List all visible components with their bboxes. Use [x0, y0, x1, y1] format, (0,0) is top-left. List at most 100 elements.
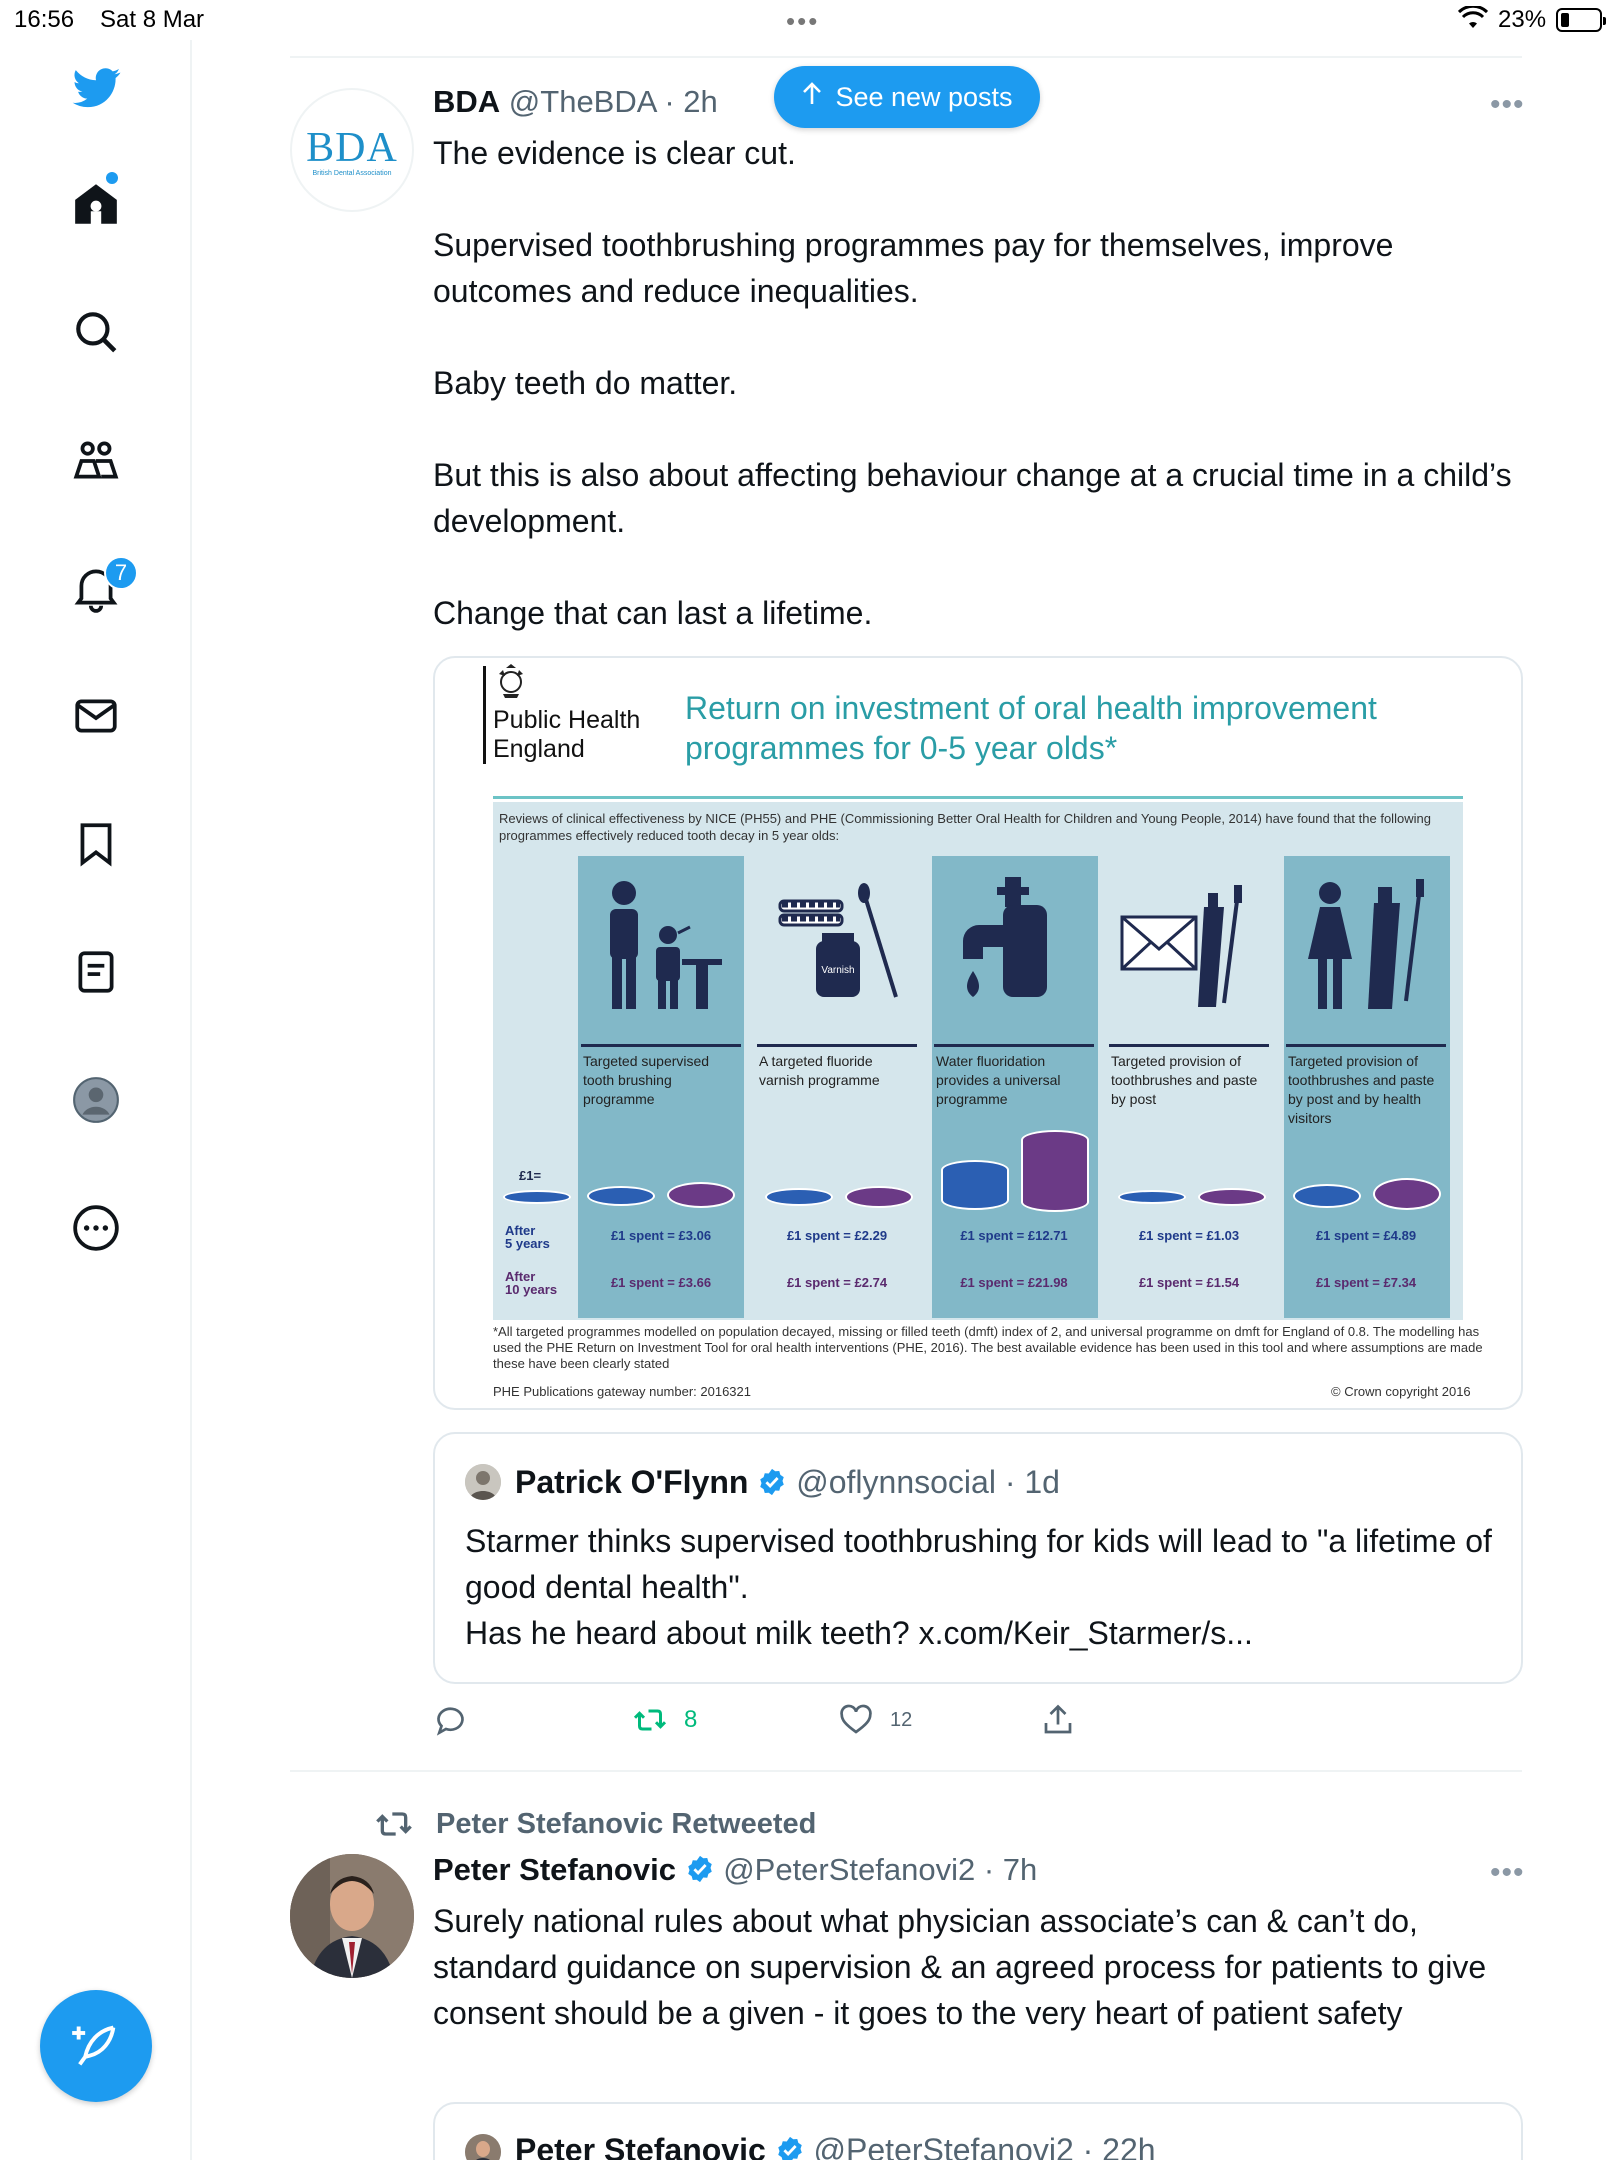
programme-label: A targeted fluoride varnish programme [759, 1053, 880, 1088]
row-label-10b: 10 years [505, 1282, 558, 1297]
share-icon [1044, 1704, 1072, 1734]
programme-label: Water fluoridation provides a universal … [936, 1053, 1061, 1107]
search-icon[interactable] [60, 296, 132, 368]
coin-purple [667, 1182, 735, 1208]
tweet2-header: Peter Stefanovic @PeterStefanovi2 · 7h [433, 1852, 1037, 1892]
col-divider [934, 1044, 1094, 1047]
row-label-5-years: After 5 years [505, 1224, 550, 1250]
home-icon[interactable] [60, 168, 132, 240]
share-button[interactable] [1040, 1702, 1076, 1738]
multitask-dots[interactable]: ••• [786, 6, 819, 37]
quoted-tweet-time: · 1d [1004, 1464, 1060, 1500]
col-divider [581, 1044, 741, 1047]
author-handle[interactable]: @TheBDA [509, 84, 656, 119]
tweet2-author-name[interactable]: Peter Stefanovic [433, 1852, 676, 1887]
pound-coin [503, 1190, 571, 1204]
tweet2-time[interactable]: · 7h [984, 1852, 1037, 1887]
infographic-title-line2: programmes for 0-5 year olds* [685, 730, 1118, 766]
more-options-icon[interactable] [60, 1192, 132, 1264]
coin-purple [845, 1186, 913, 1208]
author-name[interactable]: BDA [433, 84, 500, 119]
fluoride-varnish-icon: Varnish [761, 868, 911, 1018]
quoted-tweet[interactable]: Patrick O'Flynn @oflynnsocial · 1d Starm… [433, 1432, 1523, 1684]
lists-icon[interactable] [60, 936, 132, 1008]
tweet2-quoted-time: · 22h [1082, 2132, 1156, 2160]
coin-blue [587, 1186, 655, 1206]
twitter-logo-icon[interactable] [60, 52, 132, 124]
tweet-time[interactable]: · 2h [664, 84, 717, 119]
status-date: Sat 8 Mar [100, 6, 205, 33]
messages-envelope-icon[interactable] [60, 680, 132, 752]
tweet-more-icon[interactable]: ••• [1490, 88, 1525, 122]
bda-logo-subtext: British Dental Association [312, 169, 392, 177]
title-rule [493, 796, 1463, 799]
quoted-author-avatar [465, 1464, 501, 1500]
see-new-posts-button[interactable]: See new posts [774, 66, 1040, 128]
home-unread-dot [106, 172, 118, 184]
col-divider [1109, 1044, 1269, 1047]
phe-org-line1: Public Health [493, 706, 641, 734]
tweet2-author-handle[interactable]: @PeterStefanovi2 [723, 1852, 975, 1887]
phe-org-name: Public Health England [493, 706, 640, 764]
tweet-header: BDA @TheBDA · 2h [433, 84, 718, 120]
peter-stefanovic-avatar[interactable] [290, 1854, 414, 1978]
quoted-header: Patrick O'Flynn @oflynnsocial · 1d [515, 1464, 1060, 1505]
verified-badge-icon [775, 2135, 805, 2160]
tweet2-quoted-tweet[interactable]: Peter Stefanovic @PeterStefanovi2 · 22h [433, 2102, 1523, 2160]
water-tap-icon [938, 868, 1088, 1018]
tweet2-more-icon[interactable]: ••• [1490, 1856, 1525, 1890]
timeline-top-divider [290, 56, 1522, 58]
heart-icon [840, 1704, 872, 1734]
coin-blue [765, 1188, 833, 1206]
value-10yr: £1 spent = £3.66 [610, 1275, 712, 1290]
bda-avatar[interactable]: BDA British Dental Association [290, 88, 414, 212]
tweet2-quoted-header: Peter Stefanovic @PeterStefanovi2 · 22h [515, 2132, 1156, 2160]
infographic-footnote: *All targeted programmes modelled on pop… [493, 1324, 1483, 1371]
compose-feather-icon [72, 2025, 116, 2066]
bda-logo-text: BDA [306, 124, 398, 171]
coin-blue [1293, 1184, 1361, 1208]
tweet2-quoted-name[interactable]: Peter Stefanovic [515, 2132, 766, 2160]
bookmarks-icon[interactable] [60, 808, 132, 880]
tweet-text: The evidence is clear cut. Supervised to… [433, 135, 1512, 631]
coin-purple [1198, 1188, 1266, 1206]
coin-purple [1373, 1178, 1441, 1210]
value-10yr: £1 spent = £2.74 [786, 1275, 888, 1290]
like-count: 12 [890, 1708, 913, 1731]
infographic-title-line1: Return on investment of oral health impr… [685, 690, 1377, 726]
quoted-author-handle[interactable]: @oflynnsocial [796, 1464, 996, 1500]
tweet2-quoted-handle[interactable]: @PeterStefanovi2 [814, 2132, 1074, 2160]
reply-icon [436, 1707, 464, 1736]
retweet-button[interactable]: 8 [632, 1702, 697, 1738]
status-time: 16:56 [14, 6, 75, 33]
retweet-count: 8 [684, 1706, 698, 1733]
battery-percent: 23% [1498, 6, 1547, 33]
phe-org-line2: England [493, 735, 585, 763]
royal-crest-icon [491, 664, 531, 708]
compose-tweet-button[interactable] [40, 1990, 152, 2102]
communities-icon[interactable] [60, 424, 132, 496]
value-5yr: £1 spent = £3.06 [610, 1228, 712, 1243]
see-new-posts-label: See new posts [835, 81, 1013, 112]
envelope-toothbrush-icon [1111, 868, 1261, 1018]
gateway-number: PHE Publications gateway number: 2016321 [493, 1384, 751, 1399]
battery-icon [1556, 8, 1606, 32]
like-button[interactable]: 12 [838, 1702, 912, 1738]
value-10yr: £1 spent = £1.54 [1138, 1275, 1240, 1290]
retweet-indicator-icon [376, 1812, 412, 1836]
tweet-image-infographic[interactable]: Public Health England Return on investme… [433, 656, 1523, 1410]
quoted-author-name[interactable]: Patrick O'Flynn [515, 1464, 748, 1500]
verified-badge-icon [757, 1467, 787, 1505]
row-label-5b: 5 years [505, 1236, 550, 1251]
reply-button[interactable] [434, 1702, 470, 1738]
value-10yr: £1 spent = £7.34 [1315, 1275, 1417, 1290]
value-5yr: £1 spent = £1.03 [1138, 1228, 1240, 1243]
retweeted-by-line[interactable]: Peter Stefanovic Retweeted [374, 1804, 816, 1844]
programme-label: Targeted supervised tooth brushing progr… [583, 1053, 710, 1107]
coin-blue [1118, 1190, 1186, 1204]
coin-stack-purple [1021, 1130, 1089, 1212]
profile-avatar-icon[interactable] [60, 1064, 132, 1136]
status-bar: 16:56 Sat 8 Mar ••• 23% [0, 0, 1620, 40]
row-label-10-years: After 10 years [505, 1270, 557, 1296]
wifi-icon [1457, 4, 1489, 37]
